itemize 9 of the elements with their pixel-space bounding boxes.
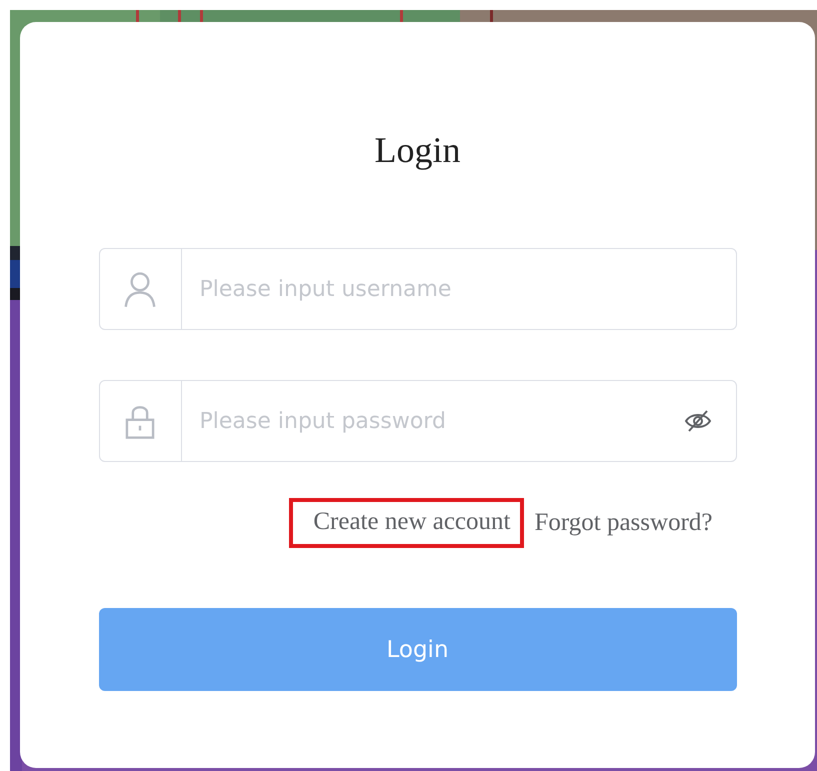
link[interactable]: Forgot password? bbox=[534, 508, 712, 536]
user-icon bbox=[123, 270, 157, 308]
dialog-title: Login bbox=[374, 129, 460, 172]
eye-slash-icon[interactable] bbox=[684, 409, 712, 433]
input-field[interactable]: Please input username bbox=[98, 248, 736, 330]
text-input[interactable]: Please input password bbox=[200, 391, 684, 451]
text-input[interactable]: Please input username bbox=[200, 259, 736, 319]
input-field[interactable]: Please input password bbox=[98, 380, 736, 462]
link[interactable]: Create new account bbox=[313, 508, 510, 534]
